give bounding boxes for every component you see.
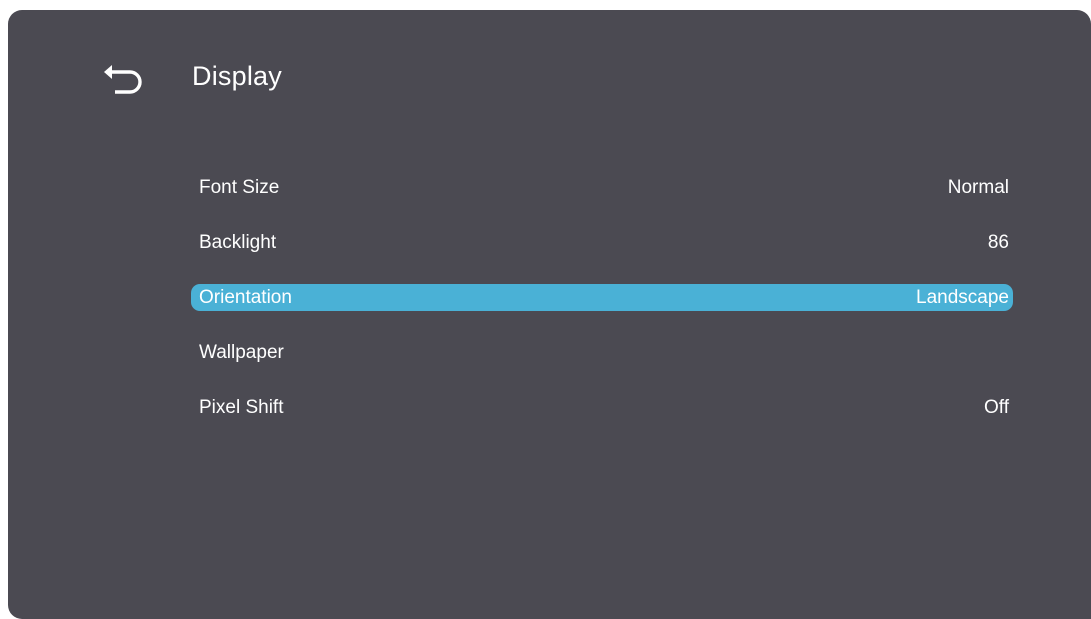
setting-pixel-shift[interactable]: Pixel Shift Off (191, 394, 1013, 421)
page-title: Display (192, 61, 282, 91)
back-button[interactable] (102, 60, 146, 104)
setting-value: Off (984, 396, 1009, 418)
settings-list: Font Size Normal Backlight 86 Orientatio… (191, 174, 1013, 449)
setting-label: Font Size (199, 176, 280, 198)
setting-label: Backlight (199, 231, 277, 253)
setting-orientation[interactable]: Orientation Landscape (191, 284, 1013, 311)
setting-backlight[interactable]: Backlight 86 (191, 229, 1013, 256)
setting-value: 86 (987, 231, 1009, 253)
display-settings-panel: Display Font Size Normal Backlight 86 Or… (8, 10, 1091, 619)
setting-value: Landscape (916, 286, 1009, 308)
setting-wallpaper[interactable]: Wallpaper (191, 339, 1013, 366)
setting-font-size[interactable]: Font Size Normal (191, 174, 1013, 201)
setting-label: Orientation (199, 286, 292, 308)
back-arrow-icon (102, 60, 146, 104)
setting-label: Wallpaper (199, 341, 284, 363)
setting-label: Pixel Shift (199, 396, 284, 418)
setting-value: Normal (947, 176, 1009, 198)
